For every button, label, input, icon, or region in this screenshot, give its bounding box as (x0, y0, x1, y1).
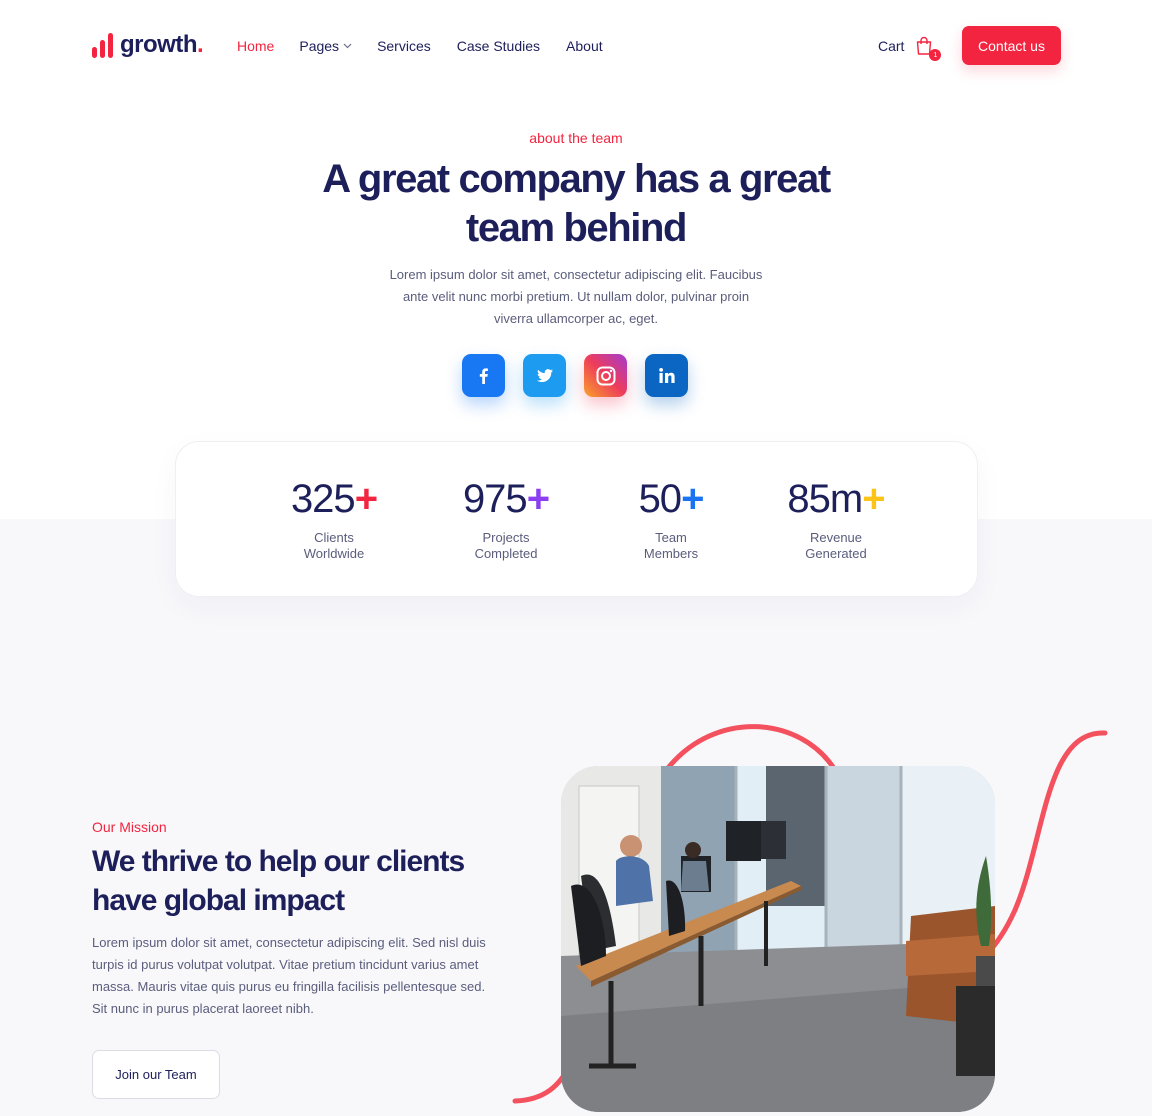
contact-us-button[interactable]: Contact us (962, 26, 1061, 65)
cart[interactable]: Cart 1 (878, 36, 942, 61)
logo-bars-icon (92, 32, 113, 58)
linkedin-link[interactable] (645, 354, 688, 397)
hero-description: Lorem ipsum dolor sit amet, consectetur … (389, 267, 763, 326)
join-team-button[interactable]: Join our Team (92, 1050, 220, 1099)
office-photo (561, 766, 995, 1112)
shopping-bag-icon: 1 (914, 36, 942, 61)
linkedin-icon (658, 367, 675, 383)
mission-title: We thrive to help our clients have globa… (92, 845, 465, 917)
site-header: growth. Home Pages Services Case Studies… (0, 0, 1152, 92)
social-links (462, 354, 688, 397)
stat-revenue: 85m+ Revenue Generated (771, 475, 901, 562)
cart-label: Cart (878, 38, 905, 54)
logo-text: growth. (120, 31, 204, 58)
nav-pages-label: Pages (299, 38, 340, 54)
stat-value: 50+ (638, 477, 705, 521)
stat-label: Clients Worldwide (303, 530, 365, 561)
hero-kicker: about the team (529, 130, 623, 146)
instagram-icon (596, 366, 615, 385)
stat-label: Revenue Generated (805, 530, 867, 561)
stat-label: Team Members (643, 530, 699, 561)
twitter-link[interactable] (523, 354, 566, 397)
stat-projects: 975+ Projects Completed (441, 475, 571, 562)
stat-value: 325+ (290, 477, 378, 521)
stats-card: 325+ Clients Worldwide 975+ Projects Compl… (175, 441, 978, 597)
nav-pages[interactable]: Pages (299, 38, 352, 54)
instagram-link[interactable] (584, 354, 627, 397)
facebook-link[interactable] (462, 354, 505, 397)
twitter-icon (536, 368, 553, 382)
stat-value: 975+ (462, 477, 550, 521)
mission-description: Lorem ipsum dolor sit amet, consectetur … (92, 935, 486, 1016)
main-nav: Home Pages Services Case Studies About (237, 38, 603, 54)
hero-title: A great company has a great team behind (322, 157, 831, 250)
mission-kicker: Our Mission (92, 819, 167, 835)
nav-case-studies[interactable]: Case Studies (457, 38, 540, 54)
nav-services[interactable]: Services (377, 38, 431, 54)
nav-about[interactable]: About (566, 38, 603, 54)
stat-label: Projects Completed (474, 530, 538, 561)
stat-clients: 325+ Clients Worldwide (269, 475, 399, 562)
stat-team: 50+ Team Members (606, 475, 736, 562)
stat-value: 85m+ (787, 477, 885, 521)
nav-home[interactable]: Home (237, 38, 274, 54)
cart-count-badge: 1 (929, 49, 942, 61)
logo[interactable]: growth. (92, 31, 204, 58)
chevron-down-icon (343, 41, 352, 51)
facebook-icon (479, 367, 488, 384)
